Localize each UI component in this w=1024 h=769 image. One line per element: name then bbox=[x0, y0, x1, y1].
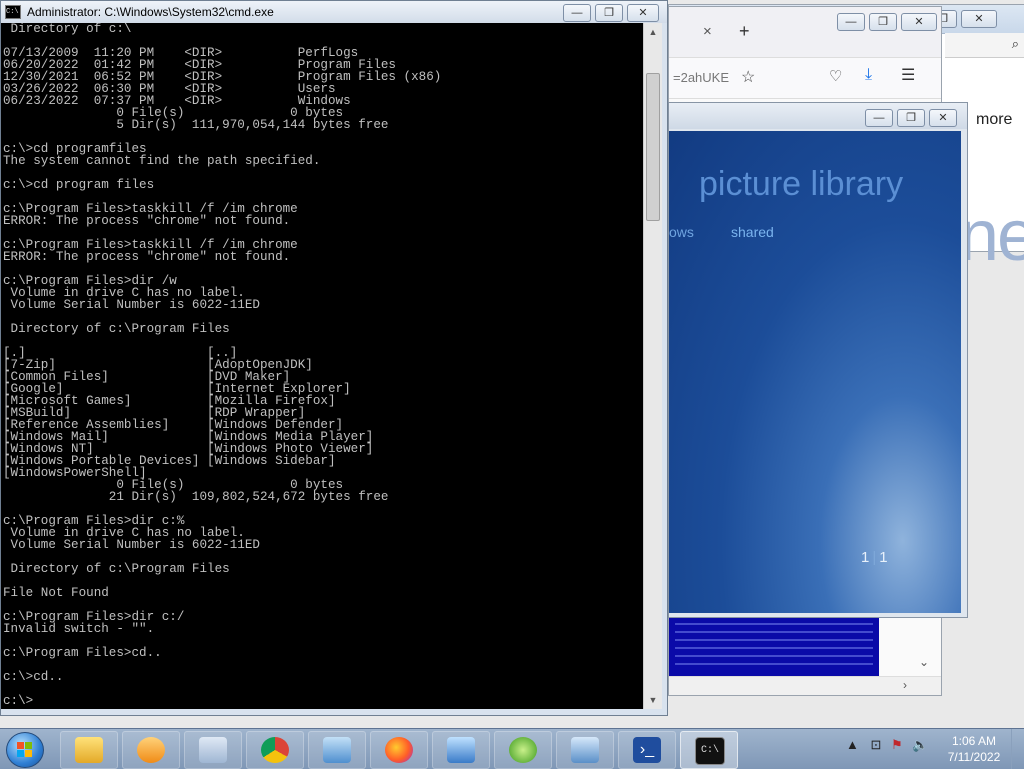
search-icon[interactable]: ⌕ bbox=[1012, 36, 1019, 52]
taskbar-explorer[interactable] bbox=[60, 731, 118, 769]
media-player-icon bbox=[137, 737, 165, 763]
firefox-toolbar: =2ahUKE ☆ ♡ ⤓ ☰ bbox=[669, 58, 941, 99]
taskbar-chrome[interactable] bbox=[246, 731, 304, 769]
scroll-right-arrow-icon[interactable]: › bbox=[903, 678, 907, 692]
show-hidden-icons-icon[interactable]: ▲ bbox=[846, 737, 859, 752]
firefox-icon bbox=[385, 737, 413, 763]
cmd-app-icon[interactable]: C:\ bbox=[5, 5, 21, 19]
background-large-text: ne bbox=[959, 196, 1024, 276]
cmd-vertical-scrollbar[interactable]: ▲ ▼ bbox=[643, 23, 662, 709]
windows-logo-icon bbox=[17, 742, 33, 758]
system-tray: ▲ ⊡ ⚑ 🔈 bbox=[846, 737, 929, 753]
start-button[interactable] bbox=[6, 732, 44, 768]
tab-close-icon[interactable]: × bbox=[703, 23, 712, 40]
cmd-output-text: Directory of c:\ 07/13/2009 11:20 PM <DI… bbox=[3, 23, 442, 708]
firefox-maximize-button[interactable]: ❐ bbox=[869, 13, 897, 31]
powershell-icon: ›_ bbox=[633, 737, 661, 763]
background-close-button[interactable]: ✕ bbox=[961, 10, 997, 28]
more-link[interactable]: more bbox=[976, 111, 1012, 129]
new-tab-button[interactable]: + bbox=[739, 21, 750, 42]
cmd-window-title: Administrator: C:\Windows\System32\cmd.e… bbox=[27, 5, 274, 19]
url-bar-text[interactable]: =2ahUKE bbox=[673, 70, 729, 85]
network-icon[interactable]: ⊡ bbox=[871, 737, 882, 752]
taskbar: ›_ C:\ ▲ ⊡ ⚑ 🔈 1:06 AM 7/11/2022 bbox=[0, 728, 1024, 769]
action-center-icon[interactable]: ⚑ bbox=[891, 737, 903, 752]
picture-library-titlebar: — ❐ ✕ bbox=[669, 103, 967, 129]
picture-library-title: picture library bbox=[699, 165, 904, 203]
page-current: 1 bbox=[861, 549, 870, 566]
picture-maximize-button[interactable]: ❐ bbox=[897, 109, 925, 127]
nav-item-slideshows[interactable]: ows bbox=[669, 224, 694, 240]
firefox-tab-bar: × + — ❐ ✕ bbox=[669, 7, 941, 58]
control-panel-icon bbox=[323, 737, 351, 763]
horizontal-scrollbar[interactable]: › bbox=[669, 676, 941, 695]
show-desktop-button[interactable] bbox=[1011, 729, 1024, 769]
remote-desktop-icon bbox=[571, 737, 599, 763]
volume-icon[interactable]: 🔈 bbox=[912, 737, 928, 752]
cmd-console-output[interactable]: Directory of c:\ 07/13/2009 11:20 PM <DI… bbox=[1, 23, 643, 709]
clock-time: 1:06 AM bbox=[951, 734, 997, 748]
bsod-thumbnail-image bbox=[669, 617, 879, 677]
picture-library-window: — ❐ ✕ picture library ows shared 1 | 1 bbox=[668, 102, 968, 618]
firefox-minimize-button[interactable]: — bbox=[837, 13, 865, 31]
taskbar-control-panel[interactable] bbox=[308, 731, 366, 769]
taskbar-remote-desktop[interactable] bbox=[556, 731, 614, 769]
firefox-close-button[interactable]: ✕ bbox=[901, 13, 937, 31]
taskbar-cmd[interactable]: C:\ bbox=[680, 731, 738, 769]
cmd-minimize-button[interactable]: — bbox=[563, 4, 591, 22]
photo-viewer-icon bbox=[447, 737, 475, 763]
scroll-down-arrow-icon[interactable]: ⌄ bbox=[919, 655, 929, 669]
taskbar-windows-update[interactable] bbox=[494, 731, 552, 769]
page-counter: 1 | 1 bbox=[861, 549, 888, 566]
page-total: 1 bbox=[879, 549, 888, 566]
cmd-titlebar[interactable]: C:\ Administrator: C:\Windows\System32\c… bbox=[1, 1, 667, 23]
folder-icon bbox=[75, 737, 103, 763]
windows-update-icon bbox=[509, 737, 537, 763]
scroll-down-arrow-icon[interactable]: ▼ bbox=[644, 691, 662, 709]
nav-item-shared[interactable]: shared bbox=[731, 224, 774, 240]
taskbar-documents[interactable] bbox=[184, 731, 242, 769]
downloads-icon[interactable]: ⤓ bbox=[865, 66, 872, 84]
clock[interactable]: 1:06 AM 7/11/2022 bbox=[944, 733, 1004, 765]
picture-close-button[interactable]: ✕ bbox=[929, 109, 957, 127]
background-search-box[interactable]: ⌕ bbox=[945, 33, 1024, 58]
scroll-up-arrow-icon[interactable]: ▲ bbox=[644, 23, 662, 41]
bookmark-star-icon[interactable]: ☆ bbox=[741, 67, 755, 87]
taskbar-photo-viewer[interactable] bbox=[432, 731, 490, 769]
scrollbar-thumb[interactable] bbox=[646, 73, 660, 221]
clock-date: 7/11/2022 bbox=[947, 750, 1001, 764]
cmd-maximize-button[interactable]: ❐ bbox=[595, 4, 623, 22]
picture-minimize-button[interactable]: — bbox=[865, 109, 893, 127]
taskbar-powershell[interactable]: ›_ bbox=[618, 731, 676, 769]
cmd-window: C:\ Administrator: C:\Windows\System32\c… bbox=[0, 0, 668, 716]
documents-icon bbox=[199, 737, 227, 763]
cmd-icon: C:\ bbox=[695, 737, 725, 765]
pocket-icon[interactable]: ♡ bbox=[829, 67, 842, 85]
taskbar-media-player[interactable] bbox=[122, 731, 180, 769]
chrome-icon bbox=[261, 737, 289, 763]
menu-hamburger-icon[interactable]: ☰ bbox=[901, 65, 915, 85]
cmd-close-button[interactable]: ✕ bbox=[627, 4, 659, 22]
picture-library-content: picture library ows shared 1 | 1 bbox=[669, 131, 961, 613]
taskbar-firefox[interactable] bbox=[370, 731, 428, 769]
